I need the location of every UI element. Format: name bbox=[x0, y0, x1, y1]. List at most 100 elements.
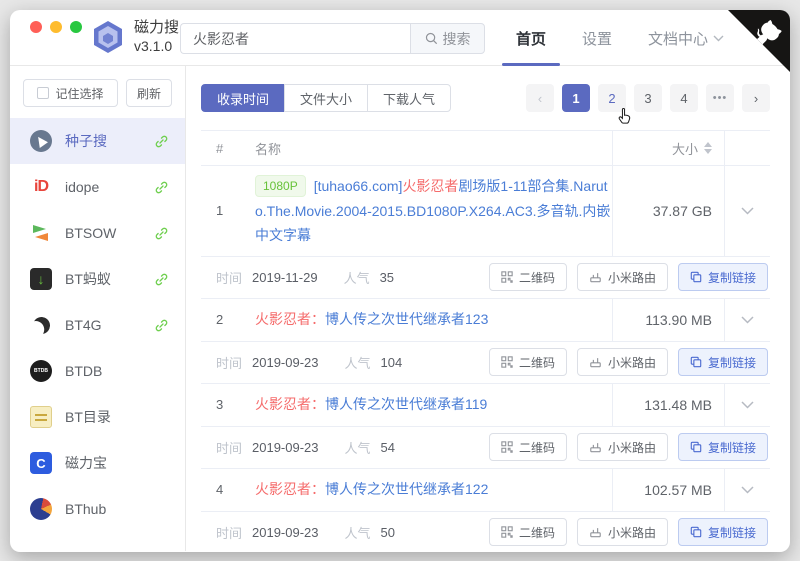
sidebar-item-zzs[interactable]: 种子搜 bbox=[10, 118, 185, 164]
page-label: 4 bbox=[680, 90, 688, 106]
qrcode-button[interactable]: 二维码 bbox=[488, 348, 567, 376]
bthub-logo-icon bbox=[30, 498, 52, 520]
router-button[interactable]: 小米路由 bbox=[576, 263, 668, 291]
remember-checkbox[interactable] bbox=[37, 87, 50, 99]
qrcode-button[interactable]: 二维码 bbox=[488, 433, 567, 461]
pagination-page-3[interactable]: 3 bbox=[634, 84, 662, 112]
top-nav: 首页 设置 文档中心 bbox=[501, 10, 724, 66]
chevron-down-icon bbox=[713, 35, 724, 41]
nav-settings-label: 设置 bbox=[581, 30, 612, 48]
table-body: 1 1080P [tuhao66.com]火影忍者剧场版1-11部合集.Narut… bbox=[201, 166, 770, 551]
nav-docs[interactable]: 文档中心 bbox=[648, 10, 724, 66]
prev-page-button[interactable]: ‹ bbox=[526, 84, 554, 112]
page-label: › bbox=[753, 90, 759, 106]
copy-link-button[interactable]: 复制链接 bbox=[677, 348, 768, 376]
nav-docs-label: 文档中心 bbox=[647, 30, 708, 48]
app-window: 磁力搜 v3.1.0 搜索 首页 设置 文档中心 bbox=[10, 10, 790, 552]
result-meta-row: 时间 2019-09-23 人气 54 二维码 小米路由 复制链接 bbox=[201, 427, 770, 469]
page-label: ••• bbox=[712, 92, 728, 104]
sidebar-item-btsow[interactable]: BTSOW bbox=[10, 210, 185, 256]
result-index: 3 bbox=[216, 397, 224, 412]
result-title-link[interactable]: 火影忍者：博人传之次世代继承者123 bbox=[245, 299, 612, 340]
nav-home-label: 首页 bbox=[515, 30, 546, 48]
link-status-icon bbox=[154, 318, 169, 333]
copy-icon bbox=[690, 441, 702, 453]
search-input[interactable] bbox=[180, 23, 410, 54]
btdir-logo-icon bbox=[30, 406, 52, 428]
engine-name: 磁力宝 bbox=[65, 455, 107, 471]
close-window-button[interactable] bbox=[30, 21, 42, 33]
nav-settings[interactable]: 设置 bbox=[582, 10, 612, 66]
result-title-row: 2 火影忍者：博人传之次世代继承者123 113.90 MB bbox=[201, 298, 770, 342]
qrcode-icon bbox=[501, 526, 513, 538]
title-segment[interactable]: 博人传之次世代继承者122 bbox=[325, 481, 488, 497]
app-name: 磁力搜 bbox=[134, 19, 180, 36]
sidebar-item-bt4g[interactable]: BT4G bbox=[10, 302, 185, 348]
expand-row-button[interactable] bbox=[724, 298, 770, 341]
copy-link-button[interactable]: 复制链接 bbox=[677, 518, 768, 546]
router-button[interactable]: 小米路由 bbox=[576, 433, 668, 461]
sort-caret-icon[interactable] bbox=[704, 142, 712, 154]
router-button[interactable]: 小米路由 bbox=[576, 348, 668, 376]
sidebar-item-idope[interactable]: iD idope bbox=[10, 164, 185, 210]
copy-link-button[interactable]: 复制链接 bbox=[677, 263, 768, 291]
refresh-button[interactable]: 刷新 bbox=[126, 79, 172, 107]
popularity-label: 人气 bbox=[344, 525, 371, 541]
sort-tab-time[interactable]: 收录时间 bbox=[201, 84, 286, 112]
remember-label: 记住选择 bbox=[55, 86, 104, 101]
table-header: # 名称 大小 bbox=[201, 130, 770, 166]
more-pages-button[interactable]: ••• bbox=[706, 84, 734, 112]
link-status-icon bbox=[154, 180, 169, 195]
title-segment[interactable]: 博人传之次世代继承者123 bbox=[325, 311, 488, 327]
next-page-button[interactable]: › bbox=[742, 84, 770, 112]
expand-row-button[interactable] bbox=[724, 166, 770, 256]
qrcode-button[interactable]: 二维码 bbox=[488, 518, 567, 546]
router-icon bbox=[590, 528, 601, 538]
title-segment[interactable]: [tuhao66.com] bbox=[314, 178, 403, 194]
title-segment-highlight[interactable]: 火影忍者： bbox=[255, 396, 325, 412]
sort-tab-size[interactable]: 文件大小 bbox=[284, 84, 369, 112]
github-corner-icon[interactable] bbox=[728, 10, 790, 72]
expand-row-button[interactable] bbox=[724, 383, 770, 426]
result-title-link[interactable]: 火影忍者：博人传之次世代继承者119 bbox=[245, 384, 612, 425]
popularity-value: 54 bbox=[380, 439, 395, 455]
pagination-page-1[interactable]: 1 bbox=[562, 84, 590, 112]
chevron-down-icon bbox=[741, 400, 754, 409]
sidebar-item-btdb[interactable]: BTDB BTDB bbox=[10, 348, 185, 394]
title-segment[interactable]: 博人传之次世代继承者119 bbox=[325, 396, 487, 412]
pagination-page-4[interactable]: 4 bbox=[670, 84, 698, 112]
page-label: 1 bbox=[572, 90, 580, 106]
router-button[interactable]: 小米路由 bbox=[576, 518, 668, 546]
pagination-page-2[interactable]: 2 bbox=[598, 84, 631, 124]
qrcode-button[interactable]: 二维码 bbox=[488, 263, 567, 291]
remember-selection-button[interactable]: 记住选择 bbox=[23, 79, 118, 107]
nav-home[interactable]: 首页 bbox=[501, 10, 560, 66]
app-logo-icon bbox=[94, 21, 122, 54]
expand-row-button[interactable] bbox=[724, 468, 770, 511]
link-status-icon bbox=[154, 134, 169, 149]
time-label: 时间 bbox=[216, 525, 243, 541]
sidebar-item-btant[interactable]: ↓ BT蚂蚁 bbox=[10, 256, 185, 302]
result-meta-row: 时间 2019-09-23 人气 50 二维码 小米路由 复制链接 bbox=[201, 512, 770, 552]
active-tab-underline bbox=[501, 63, 560, 66]
sidebar-item-cilibao[interactable]: C 磁力宝 bbox=[10, 440, 185, 486]
copy-link-button[interactable]: 复制链接 bbox=[677, 433, 768, 461]
result-title-link[interactable]: 火影忍者：博人传之次世代继承者122 bbox=[245, 469, 612, 510]
sort-tab-popularity[interactable]: 下载人气 bbox=[367, 84, 452, 112]
zoom-window-button[interactable] bbox=[70, 21, 82, 33]
minimize-window-button[interactable] bbox=[50, 21, 62, 33]
main-content: 收录时间 文件大小 下载人气 ‹ 1 2 3 4 ••• › # 名称 大小 1… bbox=[186, 66, 790, 551]
result-row: 1 1080P [tuhao66.com]火影忍者剧场版1-11部合集.Narut… bbox=[201, 166, 770, 299]
engine-name: BT4G bbox=[65, 317, 102, 333]
title-segment-highlight[interactable]: 火影忍者 bbox=[402, 178, 458, 194]
col-size-header[interactable]: 大小 bbox=[612, 131, 724, 165]
sidebar-item-btdir[interactable]: BT目录 bbox=[10, 394, 185, 440]
app-version: v3.1.0 bbox=[134, 37, 173, 54]
title-segment-highlight[interactable]: 火影忍者： bbox=[255, 311, 325, 327]
link-status-icon bbox=[154, 226, 169, 241]
popularity-label: 人气 bbox=[344, 355, 371, 371]
search-button[interactable]: 搜索 bbox=[410, 23, 485, 54]
result-title-link[interactable]: 1080P [tuhao66.com]火影忍者剧场版1-11部合集.Naruto.… bbox=[245, 166, 612, 256]
title-segment-highlight[interactable]: 火影忍者： bbox=[255, 481, 325, 497]
sidebar-item-bthub[interactable]: BThub bbox=[10, 486, 185, 532]
